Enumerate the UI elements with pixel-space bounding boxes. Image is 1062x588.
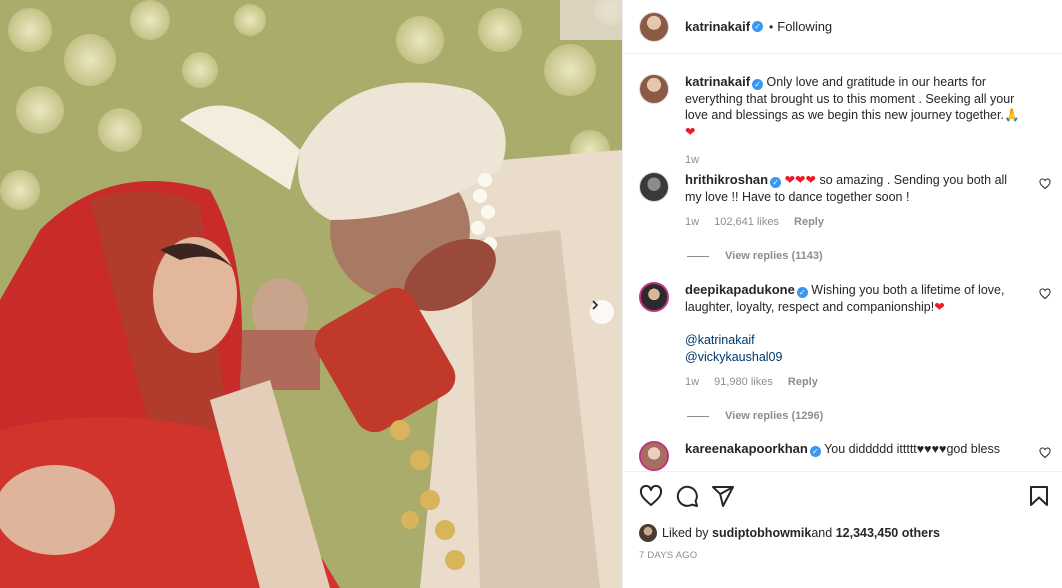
comment-item: deepikapadukone ✓ Wishing you both a life…	[639, 282, 1051, 391]
like-comment-heart-icon[interactable]	[1039, 447, 1051, 459]
wedding-photo-illustration	[0, 0, 622, 588]
comment-heart: ❤	[934, 299, 945, 314]
post-caption: katrinakaif ✓ Only love and gratitude in …	[639, 74, 1051, 169]
view-replies-label: View replies (1143)	[725, 250, 823, 262]
mention-link[interactable]: @katrinakaif	[685, 332, 1025, 349]
post-header: katrinakaif ✓ • Following	[623, 0, 1062, 54]
liked-by-user[interactable]: sudiptobhowmik	[712, 526, 811, 540]
view-replies-button[interactable]: View replies (1143)	[687, 250, 823, 262]
share-icon[interactable]	[711, 484, 735, 508]
view-replies-label: View replies (1296)	[725, 410, 824, 422]
comments-list[interactable]: katrinakaif ✓ Only love and gratitude in …	[623, 55, 1062, 471]
avatar[interactable]	[639, 172, 669, 202]
comment-item: kareenakapoorkhan ✓ You diddddd ittttt♥♥♥…	[639, 441, 1051, 471]
verified-badge-icon: ✓	[796, 287, 808, 298]
like-comment-heart-icon[interactable]	[1039, 288, 1051, 300]
next-photo-button[interactable]	[590, 300, 614, 324]
comment-time[interactable]: 1w	[685, 376, 699, 388]
avatar[interactable]	[639, 11, 669, 42]
avatar[interactable]	[639, 524, 657, 542]
liked-by: Liked by sudiptobhowmik and 12,343,450 o…	[639, 524, 940, 542]
comment-likes[interactable]: 102,641 likes	[714, 216, 779, 228]
caption-username[interactable]: katrinakaif	[685, 74, 750, 89]
avatar[interactable]	[639, 282, 669, 312]
comment-username[interactable]: deepikapadukone	[685, 282, 795, 297]
verified-badge-icon: ✓	[752, 79, 764, 90]
action-icons	[639, 484, 1051, 508]
divider	[687, 255, 709, 257]
comment-item: hrithikroshan ✓ ❤❤❤ so amazing . Sending …	[639, 172, 1051, 231]
mention-link[interactable]: @vickykaushal09	[685, 349, 1025, 366]
caption-time[interactable]: 1w	[685, 154, 699, 166]
like-comment-heart-icon[interactable]	[1039, 178, 1051, 190]
post-author-username[interactable]: katrinakaif	[685, 19, 750, 34]
chevron-right-icon	[592, 300, 599, 310]
liked-by-mid: and	[811, 526, 833, 540]
avatar[interactable]	[639, 74, 669, 104]
comment-username[interactable]: hrithikroshan	[685, 172, 768, 187]
post-side-panel: katrinakaif ✓ • Following katrinakaif ✓ O…	[622, 0, 1062, 588]
heart-icon[interactable]	[639, 484, 663, 508]
comment-time[interactable]: 1w	[685, 216, 699, 228]
view-replies-button[interactable]: View replies (1296)	[687, 410, 823, 422]
comment-hearts: ❤❤❤	[784, 173, 816, 187]
post-actions: Liked by sudiptobhowmik and 12,343,450 o…	[623, 471, 1062, 588]
reply-button[interactable]: Reply	[788, 376, 818, 388]
following-button[interactable]: Following	[777, 19, 832, 34]
divider	[687, 415, 709, 417]
verified-badge-icon: ✓	[809, 446, 821, 457]
comment-username[interactable]: kareenakapoorkhan	[685, 441, 808, 456]
avatar[interactable]	[639, 441, 669, 471]
verified-badge-icon: ✓	[770, 177, 782, 188]
liked-by-prefix: Liked by	[662, 526, 709, 540]
caption-heart: ❤	[685, 124, 696, 139]
liked-by-count[interactable]: 12,343,450 others	[836, 526, 940, 540]
post-timestamp[interactable]: 7 DAYS AGO	[639, 550, 697, 561]
comment-text: You diddddd ittttt♥♥♥♥god bless	[824, 442, 1000, 456]
verified-badge-icon: ✓	[752, 21, 764, 32]
comment-likes[interactable]: 91,980 likes	[714, 376, 773, 388]
separator-dot: •	[769, 19, 774, 34]
comment-icon[interactable]	[675, 484, 699, 508]
post-photo[interactable]	[0, 0, 622, 588]
bookmark-icon[interactable]	[1027, 484, 1051, 508]
reply-button[interactable]: Reply	[794, 216, 824, 228]
